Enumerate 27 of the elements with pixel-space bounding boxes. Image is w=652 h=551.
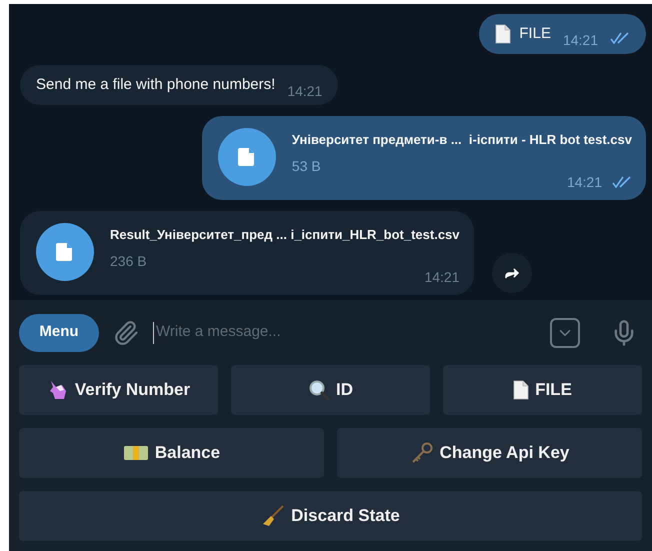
attach-icon[interactable]: [113, 320, 139, 346]
banknote-icon: [122, 444, 149, 462]
keyboard-button[interactable]: Verify Number: [19, 365, 218, 415]
message-time: 14:21: [287, 83, 322, 99]
file-size: 53 B: [292, 157, 322, 176]
key-icon: [410, 441, 434, 465]
keyboard-button[interactable]: FILE: [443, 365, 642, 415]
keyboard-button[interactable]: ID: [231, 365, 430, 415]
document-icon: [495, 24, 512, 44]
document-icon: [513, 380, 530, 400]
message-time: 14:21: [562, 32, 598, 48]
message-text: Send me a file with phone numbers!: [36, 75, 276, 95]
message-input[interactable]: Write a message...: [153, 322, 536, 344]
keyboard-button[interactable]: Balance: [19, 428, 324, 478]
keyboard-button[interactable]: Discard State: [19, 491, 642, 541]
menu-button[interactable]: Menu: [19, 314, 99, 352]
forward-button[interactable]: [492, 253, 532, 293]
message-time: 14:21: [566, 174, 602, 190]
file-size: 236 B: [110, 252, 148, 271]
message-time: 14:21: [424, 269, 460, 285]
file-name: Університет предмети-в ... і-іспити - HLR bot test.csv: [292, 131, 632, 149]
keyboard-button[interactable]: Change Api Key: [337, 428, 642, 478]
message-text: FILE: [519, 24, 551, 44]
file-name: Result_Університет_пред ... і_іспити_HLR_bot_test.csv: [110, 226, 460, 244]
magnifier-icon: [308, 379, 330, 401]
emoji-panel-icon[interactable]: [550, 318, 580, 348]
broom-icon: [261, 504, 286, 528]
